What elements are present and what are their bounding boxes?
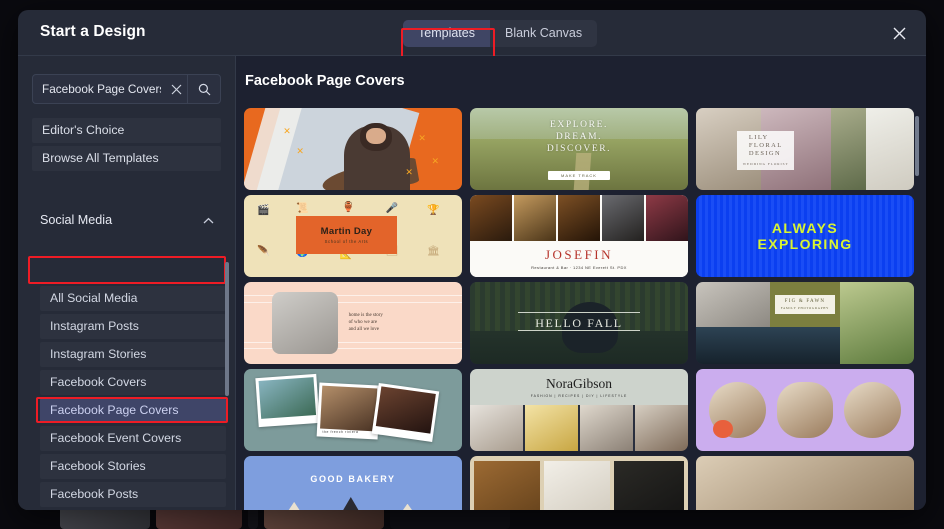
template-card-cake-gallery-cover[interactable] [470, 456, 688, 510]
annotation-box-social-media [28, 256, 226, 284]
template-card-martin-day-school-of-arts[interactable]: 🎬 📜 🏺 🎤 🏆 🪶 🌍 📐 🖼 🏛 Martin Day School of… [244, 195, 462, 277]
template-card-orange-guitar-cover[interactable]: ✕ ✕ ✕ ✕ ✕ [244, 108, 462, 190]
template-text: ALWAYS EXPLORING [757, 220, 853, 252]
sidebar-top-list: Editor's Choice Browse All Templates [32, 118, 221, 171]
template-text: home is the story of who we are and all we… [348, 312, 383, 332]
modal-header: Start a Design Templates Blank Canvas [18, 10, 926, 59]
template-card-fig-and-fawn-photography[interactable]: FIG & FAWN FAMILY PHOTOGRAPHY [696, 282, 914, 364]
content-scrollbar[interactable] [915, 116, 919, 176]
template-card-josefin-restaurant-bar[interactable]: JOSEFIN Restaurant & Bar · 1234 NE Evere… [470, 195, 688, 277]
template-badge: MAKE TRACK [548, 171, 610, 181]
template-card-polaroid-travel-collage[interactable]: the french riviera [244, 369, 462, 451]
template-text: JOSEFIN [544, 247, 614, 263]
template-text: EXPLORE. DREAM. DISCOVER. [546, 120, 612, 155]
sidebar-section-label: Social Media [40, 213, 113, 227]
tab-group: Templates Blank Canvas [403, 20, 598, 47]
template-card-nora-gibson-lifestyle[interactable]: NoraGibson FASHION | RECIPES | DIY | LIF… [470, 369, 688, 451]
template-card-purple-crafts-collage[interactable] [696, 369, 914, 451]
template-subtext: Restaurant & Bar · 1234 NE Everett St. P… [531, 265, 627, 271]
sidebar-sub-list: All Social Media Instagram Posts Instagr… [40, 286, 226, 510]
page-title: Start a Design [40, 23, 146, 40]
sidebar-item-facebook-posts[interactable]: Facebook Posts [40, 482, 226, 507]
template-card-good-bakery[interactable]: GOOD BAKERY [244, 456, 462, 510]
sidebar-item-facebook-covers[interactable]: Facebook Covers [40, 370, 226, 395]
modal-body: Editor's Choice Browse All Templates Soc… [18, 56, 926, 510]
search-input[interactable] [33, 75, 165, 103]
template-text: NoraGibson [546, 376, 612, 392]
template-card-extra-cover[interactable] [696, 456, 914, 510]
template-card-explore-dream-discover[interactable]: EXPLORE. DREAM. DISCOVER. MAKE TRACK [470, 108, 688, 190]
template-text: Martin Day [320, 226, 373, 238]
template-card-always-exploring[interactable]: ALWAYS EXPLORING [696, 195, 914, 277]
sidebar-item-instagram-posts[interactable]: Instagram Posts [40, 314, 226, 339]
tab-templates[interactable]: Templates [403, 20, 490, 47]
search-submit-button[interactable] [187, 75, 220, 103]
sidebar-item-instagram-stories[interactable]: Instagram Stories [40, 342, 226, 367]
close-icon [893, 27, 905, 39]
template-grid: ✕ ✕ ✕ ✕ ✕ EXPLORE. DREAM. DISCOVER. MAKE T… [244, 108, 926, 510]
sidebar-item-all-social-media[interactable]: All Social Media [40, 286, 226, 311]
chevron-up-icon [203, 217, 214, 223]
template-results-panel: Facebook Page Covers ✕ ✕ ✕ ✕ ✕ EXPLORE. [236, 56, 926, 510]
sidebar-item-editors-choice[interactable]: Editor's Choice [32, 118, 221, 143]
start-a-design-modal: Start a Design Templates Blank Canvas Fa… [18, 10, 926, 510]
template-subtext: FASHION | RECIPES | DIY | LIFESTYLE [530, 394, 628, 399]
template-text: GOOD BAKERY [310, 474, 396, 485]
template-text: FIG & FAWN FAMILY PHOTOGRAPHY [774, 295, 836, 315]
sidebar-scrollbar[interactable] [225, 262, 229, 396]
close-button[interactable] [888, 22, 910, 44]
close-icon [171, 84, 181, 94]
template-text: LILY FLORAL DESIGN WEDDING FLORIST [737, 130, 795, 171]
template-card-hello-fall[interactable]: HELLO FALL [470, 282, 688, 364]
sidebar: Editor's Choice Browse All Templates Soc… [18, 56, 236, 510]
search-row [32, 74, 221, 104]
template-text: the french riviera [322, 429, 359, 434]
template-subtext: School of the Arts [324, 239, 369, 245]
sidebar-item-browse-all-templates[interactable]: Browse All Templates [32, 146, 221, 171]
tab-blank-canvas[interactable]: Blank Canvas [489, 20, 598, 47]
sidebar-item-facebook-event-covers[interactable]: Facebook Event Covers [40, 426, 226, 451]
sidebar-item-facebook-page-covers[interactable]: Facebook Page Covers [40, 398, 226, 423]
template-card-home-is-the-story[interactable]: home is the story of who we are and all we… [244, 282, 462, 364]
search-icon [198, 83, 210, 95]
sidebar-section-social-media[interactable]: Social Media [30, 208, 224, 233]
search-clear-button[interactable] [165, 75, 187, 103]
results-heading: Facebook Page Covers [245, 73, 405, 89]
sidebar-item-facebook-stories[interactable]: Facebook Stories [40, 454, 226, 479]
template-card-lily-floral-design[interactable]: LILY FLORAL DESIGN WEDDING FLORIST [696, 108, 914, 190]
